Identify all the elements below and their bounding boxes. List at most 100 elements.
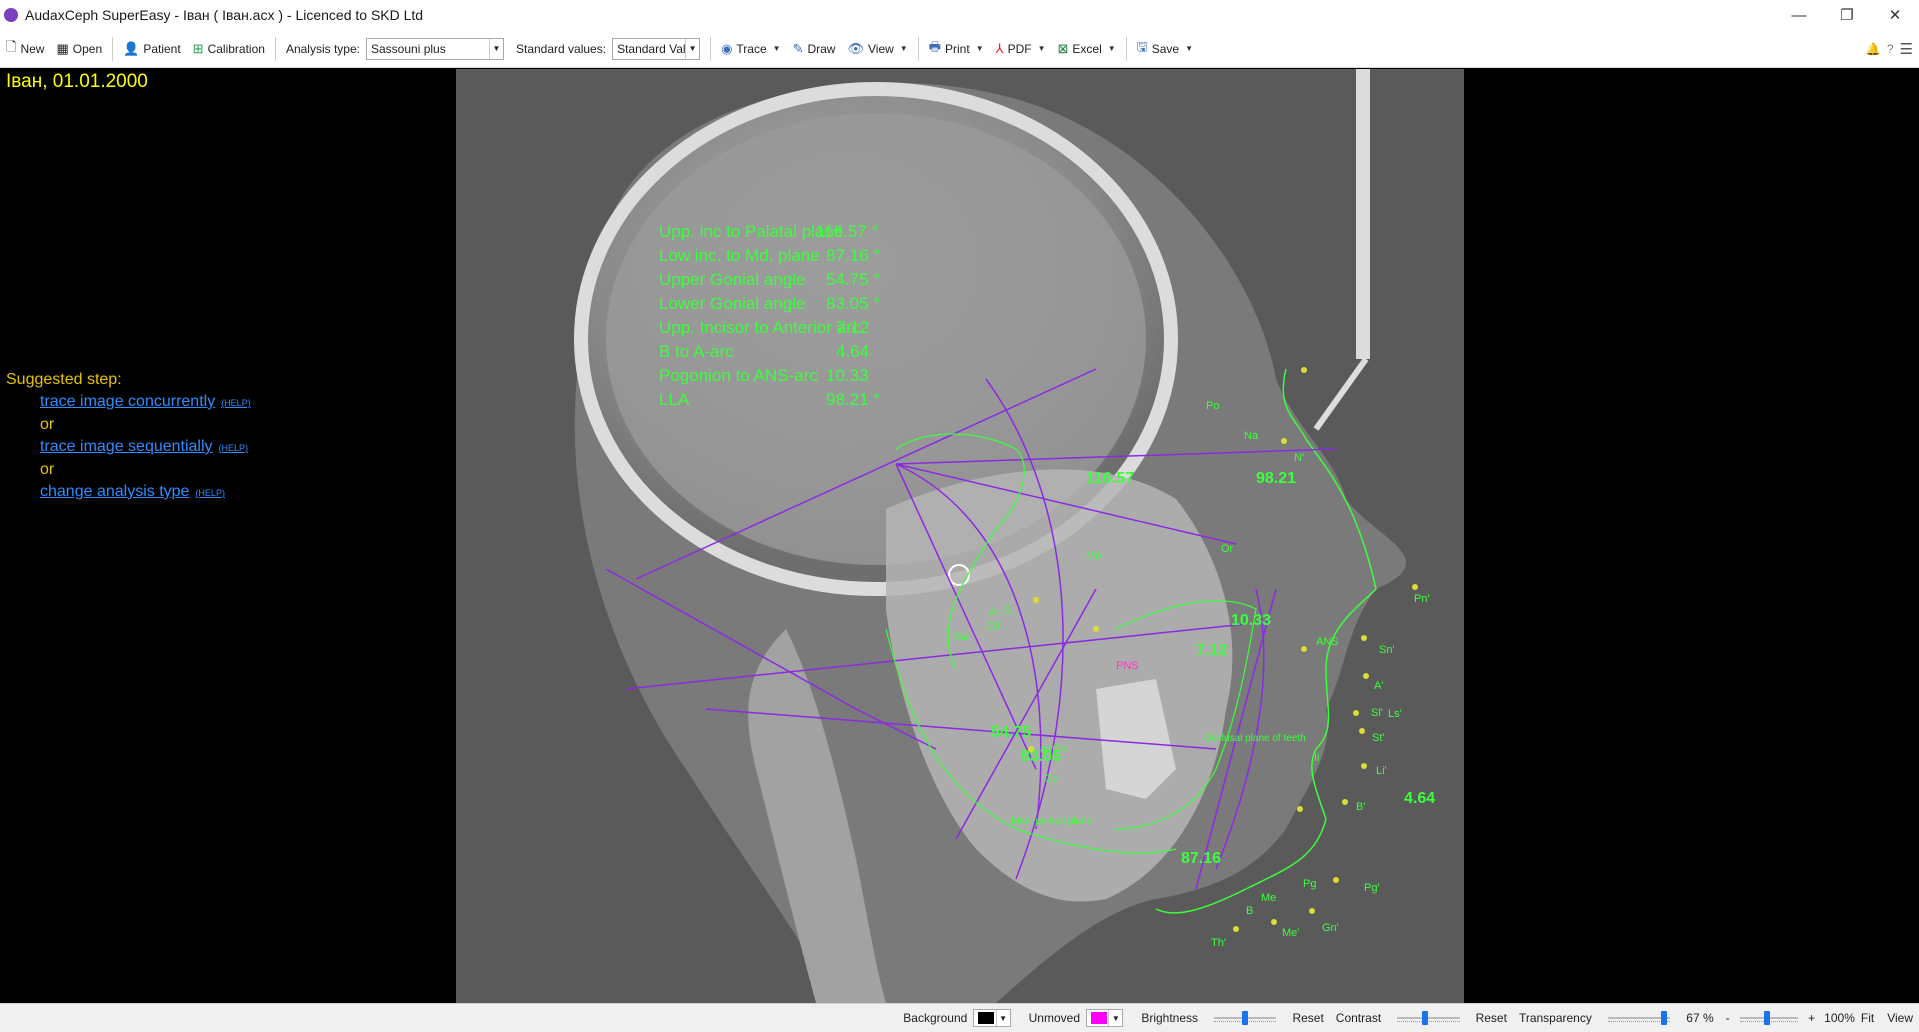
svg-text:Sn': Sn' [1379, 644, 1395, 656]
svg-text:Pg: Pg [1303, 878, 1316, 890]
measurement-name: Upp. Incisor to Anterior arc [659, 318, 861, 337]
draw-label: Draw [807, 41, 836, 56]
zoom-slider[interactable] [1739, 1011, 1799, 1025]
help-icon[interactable]: ? [1884, 35, 1897, 63]
new-button[interactable]: 🗋 New [0, 35, 50, 63]
svg-text:7.12: 7.12 [1196, 642, 1227, 659]
pdf-button[interactable]: ⅄ PDF ▼ [990, 35, 1052, 63]
open-button[interactable]: ▦ Open [50, 35, 108, 63]
eye-icon: 👁 [847, 40, 864, 56]
trace-button[interactable]: ◉ Trace ▼ [715, 35, 787, 63]
change-analysis-link[interactable]: change analysis type [40, 483, 189, 500]
minimize-button[interactable]: — [1776, 0, 1822, 30]
trace-label: Trace [736, 41, 767, 56]
excel-button[interactable]: ⊠ Excel ▼ [1051, 35, 1121, 63]
fit-button[interactable]: Fit [1861, 1011, 1874, 1025]
chevron-down-icon[interactable]: ▼ [1185, 44, 1193, 53]
chevron-down-icon[interactable]: ▼ [1108, 44, 1116, 53]
analysis-type-group: Analysis type: Sassouni plus ▼ [280, 35, 510, 63]
open-folder-icon: ▦ [56, 40, 69, 56]
restore-button[interactable]: ❐ [1824, 0, 1870, 30]
zoom-100-button[interactable]: 100% [1824, 1011, 1855, 1025]
pdf-label: PDF [1007, 41, 1032, 56]
trace-icon: ◉ [721, 40, 733, 56]
status-bar: Background ▼ Unmoved ▼ Brightness Reset … [0, 1003, 1919, 1032]
chevron-down-icon[interactable]: ▼ [900, 44, 908, 53]
svg-text:Sl': Sl' [1371, 707, 1383, 719]
calibration-button[interactable]: ⊞ Calibration [187, 35, 271, 63]
zoom-out-button[interactable]: - [1726, 1011, 1730, 1025]
svg-text:Po: Po [1206, 400, 1219, 412]
chevron-down-icon[interactable]: ▼ [1108, 1010, 1122, 1026]
svg-text:10.33: 10.33 [1231, 612, 1271, 629]
trace-concurrently-link[interactable]: trace image concurrently [40, 393, 215, 410]
contrast-slider[interactable] [1397, 1011, 1460, 1025]
trace-sequentially-link[interactable]: trace image sequentially [40, 438, 213, 455]
svg-text:Ls': Ls' [1388, 708, 1402, 720]
view-status-button[interactable]: View [1887, 1011, 1913, 1025]
patient-icon: 👤 [123, 40, 140, 56]
close-button[interactable]: ✕ [1872, 0, 1918, 30]
measurement-value: 4.64 [836, 342, 869, 361]
measurement-name: Lower Gonial angle [659, 294, 805, 313]
draw-button[interactable]: ✎ Draw [787, 35, 842, 63]
brightness-reset-button[interactable]: Reset [1292, 1011, 1323, 1025]
zoom-in-button[interactable]: + [1808, 1011, 1815, 1025]
svg-text:Go: Go [1044, 773, 1059, 785]
unmoved-swatch [1091, 1012, 1107, 1024]
xray-canvas[interactable]: Upp. inc to Palatal plane 116.57 ° Low i… [456, 69, 1464, 1003]
transparency-slider[interactable] [1607, 1011, 1671, 1025]
contrast-reset-button[interactable]: Reset [1476, 1011, 1507, 1025]
chevron-down-icon[interactable]: ▼ [995, 1010, 1010, 1026]
measurement-value: 10.33 [826, 366, 869, 385]
left-info-panel: Іван, 01.01.2000 Suggested step: trace i… [0, 69, 456, 1003]
analysis-type-value: Sassouni plus [371, 41, 446, 56]
new-document-icon: 🗋 [6, 38, 17, 54]
svg-text:Me: Me [1261, 892, 1276, 904]
help-link[interactable]: (HELP) [219, 443, 249, 453]
chevron-down-icon[interactable]: ▼ [685, 38, 699, 59]
suggest-heading: Suggested step: [6, 371, 122, 388]
chevron-down-icon[interactable]: ▼ [773, 44, 781, 53]
measurement-value: 87.16 ° [826, 246, 880, 265]
svg-text:Mo: Mo [1086, 550, 1101, 562]
zoom-value: 67 % [1686, 1011, 1714, 1025]
notification-bell-icon[interactable]: 🔔 [1863, 35, 1884, 63]
analysis-type-select[interactable]: Sassouni plus ▼ [366, 37, 504, 60]
analysis-type-label: Analysis type: [285, 41, 360, 56]
or-text: or [40, 416, 55, 433]
app-logo-icon [4, 8, 18, 22]
measurement-name: B to A-arc [659, 342, 734, 361]
measurement-name: Upper Gonial angle [659, 270, 805, 289]
svg-text:Me': Me' [1282, 927, 1299, 939]
background-color-select[interactable]: ▼ [973, 1009, 1011, 1027]
patient-button[interactable]: 👤 Patient [117, 35, 187, 63]
svg-text:87.16: 87.16 [1181, 850, 1221, 867]
svg-text:Ar: Ar [989, 607, 1000, 619]
svg-text:Ideal palatal plane: Ideal palatal plane [1011, 816, 1093, 827]
unmoved-color-select[interactable]: ▼ [1086, 1009, 1124, 1027]
chevron-down-icon[interactable]: ▼ [489, 38, 503, 59]
svg-text:Pg': Pg' [1364, 882, 1380, 894]
print-button[interactable]: 🖶 Print ▼ [923, 35, 990, 63]
background-swatch [978, 1012, 995, 1024]
save-button[interactable]: 🖫 Save ▼ [1131, 35, 1199, 63]
chevron-down-icon[interactable]: ▼ [976, 44, 984, 53]
standard-values-select[interactable]: Standard Val ▼ [612, 37, 701, 60]
measurement-value: 83.05 ° [826, 294, 880, 313]
pencil-icon: ✎ [792, 40, 804, 56]
toolbar-separator [710, 36, 712, 61]
help-link[interactable]: (HELP) [221, 398, 251, 408]
chevron-down-icon[interactable]: ▼ [1038, 44, 1046, 53]
hamburger-menu-icon[interactable]: ☰ [1897, 35, 1919, 63]
toolbar-separator [274, 36, 276, 61]
brightness-slider[interactable] [1214, 1011, 1277, 1025]
svg-text:Gn': Gn' [1322, 922, 1339, 934]
excel-label: Excel [1072, 41, 1102, 56]
measurement-name: Pogonion to ANS-arc [659, 366, 818, 385]
svg-text:4.64: 4.64 [1404, 790, 1435, 807]
cephalogram-svg[interactable]: Upp. inc to Palatal plane 116.57 ° Low i… [456, 69, 1464, 1003]
measurement-value: 7.12 [836, 318, 869, 337]
view-button[interactable]: 👁 View ▼ [841, 35, 913, 63]
help-link[interactable]: (HELP) [195, 488, 225, 498]
